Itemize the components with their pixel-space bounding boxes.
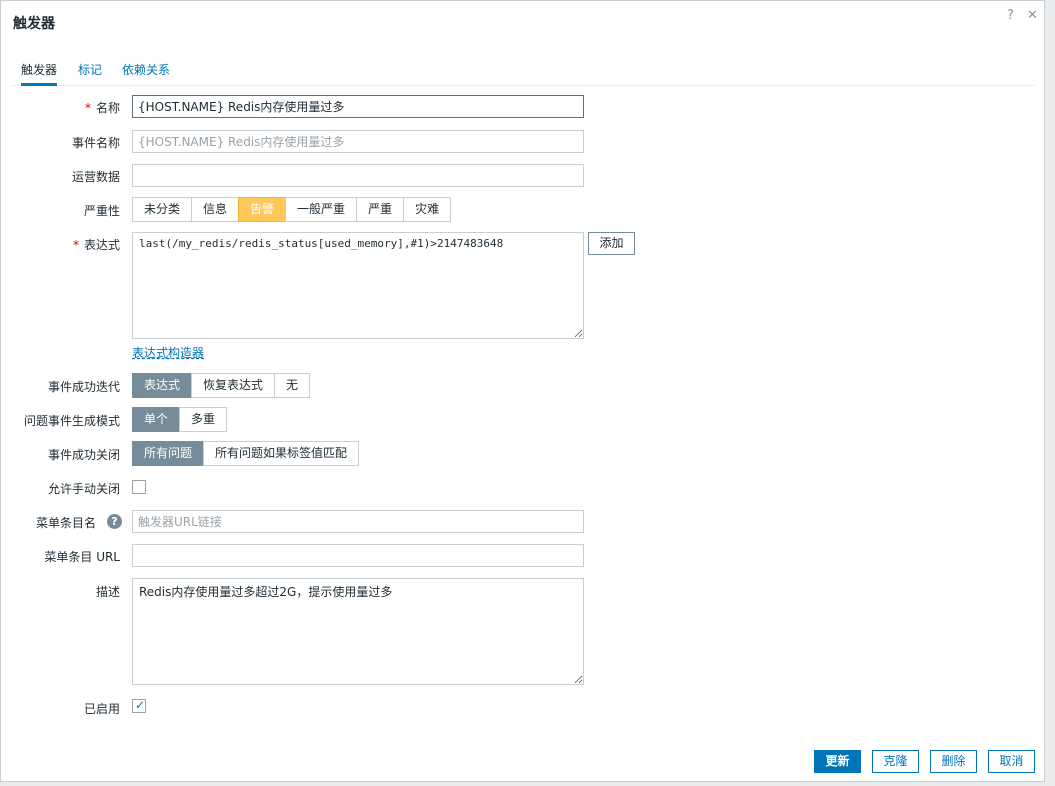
description-textarea[interactable]: Redis内存使用量过多超过2G，提示使用量过多: [132, 578, 584, 685]
recovery-label: 事件成功迭代: [47, 380, 120, 394]
update-button[interactable]: 更新: [814, 750, 861, 773]
manual-close-checkbox[interactable]: [132, 480, 146, 494]
cancel-button[interactable]: 取消: [988, 750, 1035, 773]
menu-name-label: 菜单条目名: [35, 516, 96, 530]
expression-textarea[interactable]: last(/my_redis/redis_status[used_memory]…: [132, 232, 584, 339]
help-icon[interactable]: ?: [1007, 8, 1014, 23]
close-icon[interactable]: ✕: [1027, 8, 1038, 23]
ok-close-all-problems[interactable]: 所有问题: [132, 441, 205, 466]
name-label-text: 名称: [95, 101, 120, 115]
expression-builder-link[interactable]: 表达式构造器: [132, 344, 204, 361]
event-name-label: 事件名称: [71, 136, 120, 150]
severity-average[interactable]: 一般严重: [285, 197, 358, 222]
opdata-label: 运营数据: [71, 170, 120, 184]
severity-warning[interactable]: 告警: [238, 197, 287, 222]
delete-button[interactable]: 删除: [930, 750, 977, 773]
recovery-none[interactable]: 无: [274, 373, 311, 398]
ok-close-tag-match[interactable]: 所有问题如果标签值匹配: [203, 441, 360, 466]
problem-mode-selector: 单个 多重: [132, 407, 228, 432]
clone-button[interactable]: 克隆: [872, 750, 919, 773]
ok-close-label: 事件成功关闭: [47, 448, 120, 462]
description-label: 描述: [95, 585, 120, 599]
recovery-expression[interactable]: 表达式: [132, 373, 193, 398]
event-name-input[interactable]: [132, 130, 584, 153]
enabled-label: 已启用: [83, 702, 120, 716]
expression-label: * 表达式: [73, 236, 120, 253]
menu-name-input[interactable]: [132, 510, 584, 533]
menu-url-input[interactable]: [132, 544, 584, 567]
add-expression-button[interactable]: 添加: [588, 232, 635, 255]
severity-high[interactable]: 严重: [356, 197, 405, 222]
required-marker: *: [72, 238, 79, 252]
problem-mode-multiple[interactable]: 多重: [179, 407, 228, 432]
menu-url-label: 菜单条目 URL: [44, 550, 120, 564]
expression-label-text: 表达式: [83, 238, 120, 252]
tab-dependencies[interactable]: 依赖关系: [122, 61, 170, 78]
tab-bar: 触发器 标记 依赖关系: [11, 59, 1035, 86]
tab-trigger[interactable]: 触发器: [21, 61, 58, 86]
manual-close-label: 允许手动关闭: [47, 482, 120, 496]
required-marker: *: [84, 101, 91, 115]
background-page-edge: [1045, 0, 1055, 786]
problem-mode-single[interactable]: 单个: [132, 407, 181, 432]
opdata-input[interactable]: [132, 164, 584, 187]
tab-tags[interactable]: 标记: [78, 61, 102, 78]
question-icon[interactable]: ?: [107, 514, 122, 529]
dialog-title: 触发器: [13, 16, 55, 32]
severity-disaster[interactable]: 灾难: [403, 197, 452, 222]
severity-information[interactable]: 信息: [191, 197, 240, 222]
severity-label: 严重性: [83, 204, 120, 218]
checkmark-icon: ✓: [135, 698, 146, 712]
recovery-selector: 表达式 恢复表达式 无: [132, 373, 311, 398]
ok-close-selector: 所有问题 所有问题如果标签值匹配: [132, 441, 360, 466]
problem-mode-label: 问题事件生成模式: [23, 414, 120, 428]
trigger-dialog: 触发器 ? ✕ 触发器 标记 依赖关系 * 名称 事件名称 运营数据 严重性 未分…: [0, 0, 1045, 782]
recovery-recovery-expression[interactable]: 恢复表达式: [191, 373, 276, 398]
enabled-checkbox[interactable]: ✓: [132, 698, 146, 713]
name-input[interactable]: [132, 95, 584, 118]
severity-selector: 未分类 信息 告警 一般严重 严重 灾难: [132, 197, 452, 222]
name-label: * 名称: [85, 99, 120, 116]
severity-not-classified[interactable]: 未分类: [132, 197, 193, 222]
